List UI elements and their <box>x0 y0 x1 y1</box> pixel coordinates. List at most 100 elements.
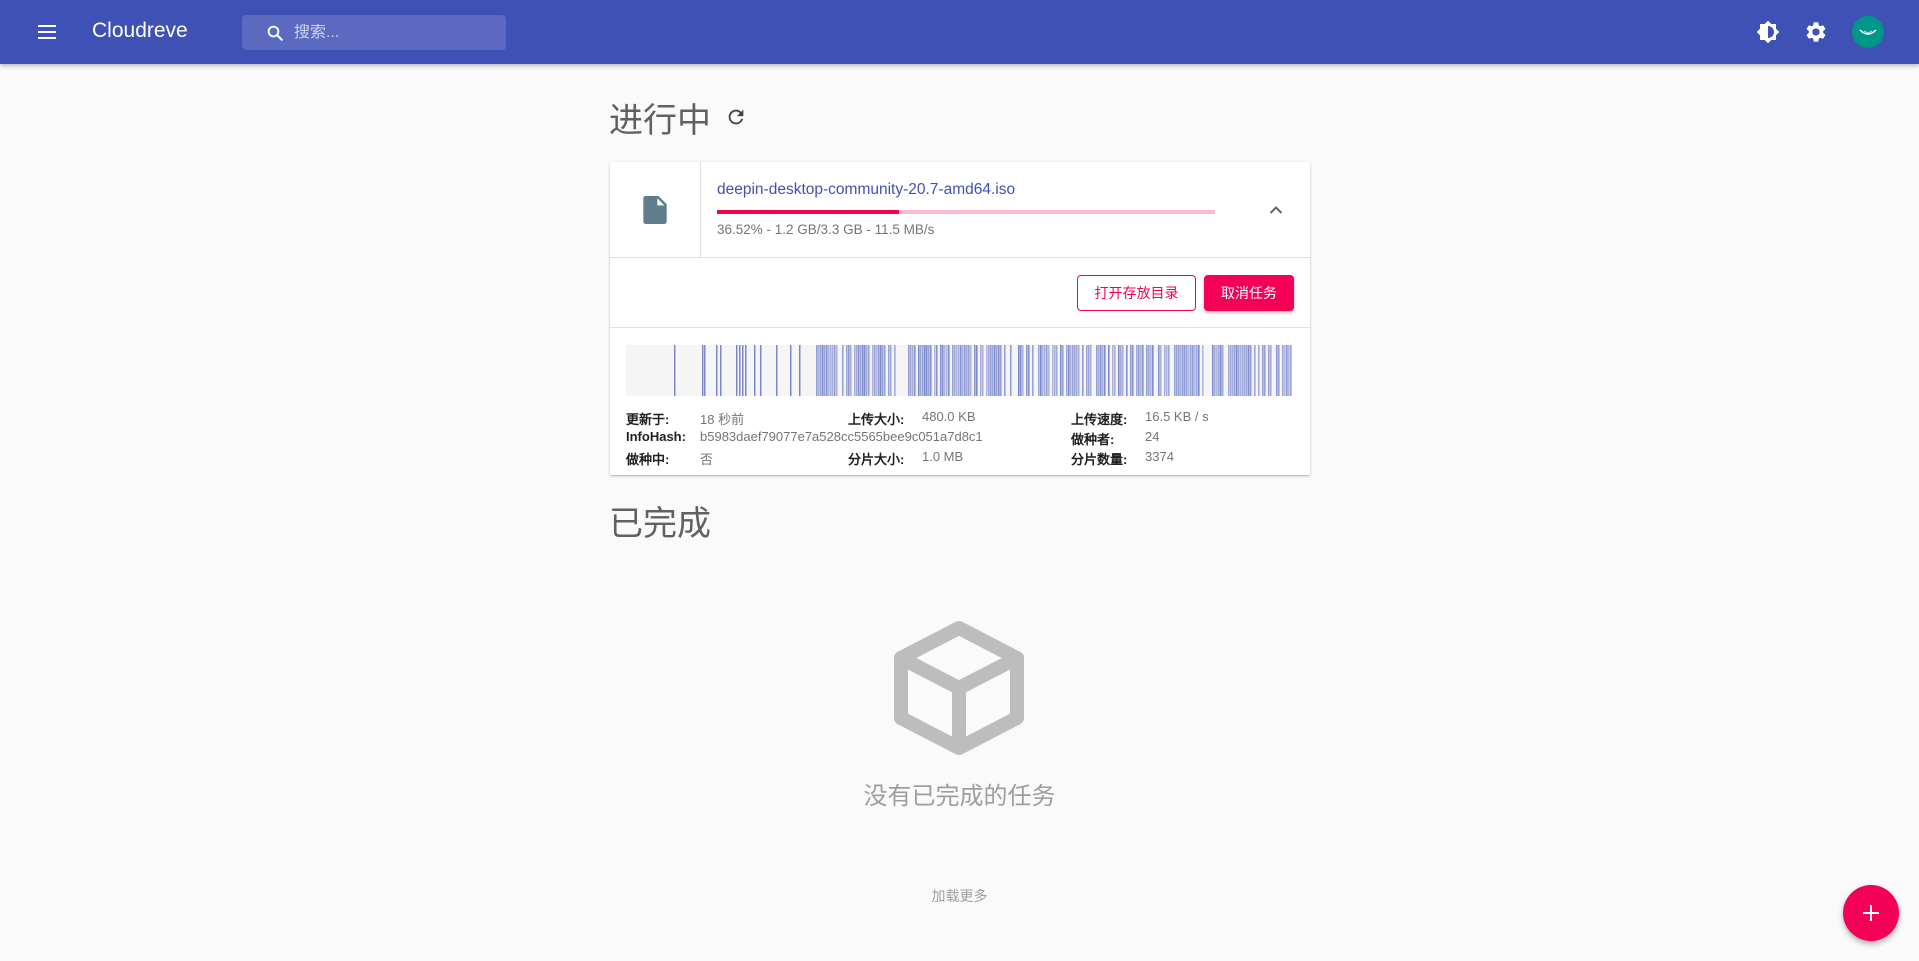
search-input[interactable] <box>294 23 494 42</box>
piece-stripe <box>1078 345 1080 396</box>
piece-stripe <box>1054 345 1056 396</box>
piece-stripe <box>1174 345 1176 396</box>
piece-stripe <box>882 345 884 396</box>
piece-stripe <box>824 345 826 396</box>
avatar-image <box>1852 16 1884 48</box>
piece-stripe <box>918 345 920 396</box>
piece-stripe <box>962 345 964 396</box>
seeding-value: 否 <box>700 452 714 467</box>
piece-stripe <box>842 345 844 396</box>
piece-stripe <box>998 345 1000 396</box>
piece-stripe <box>868 345 870 396</box>
piece-stripe <box>944 345 946 396</box>
piece-stripe <box>1212 345 1214 396</box>
piece-stripe <box>1148 345 1150 396</box>
seeding-label: 做种中: <box>626 452 670 467</box>
piece-stripe <box>1268 345 1270 396</box>
piece-stripe <box>1192 345 1194 396</box>
theme-toggle-button[interactable] <box>1752 16 1784 48</box>
piece-stripe <box>966 345 968 396</box>
piece-map-graphic <box>674 345 1292 396</box>
updated-value: 18 秒前 <box>700 412 745 427</box>
piece-stripe <box>1138 345 1140 396</box>
piece-stripe <box>1136 345 1138 396</box>
piece-stripe <box>1018 345 1020 396</box>
piece-stripe <box>1286 345 1288 396</box>
piece-stripe <box>874 345 876 396</box>
piece-stripe <box>980 345 982 396</box>
piece-stripe <box>1290 345 1292 396</box>
settings-button[interactable] <box>1800 16 1832 48</box>
piece-stripe <box>936 345 938 396</box>
chevron-up-icon <box>1269 206 1283 214</box>
piece-stripe <box>876 345 878 396</box>
piece-stripe <box>920 345 922 396</box>
piece-stripe <box>994 345 996 396</box>
piece-stripe <box>1104 345 1106 396</box>
piece-stripe <box>1072 345 1074 396</box>
piece-stripe <box>1166 345 1168 396</box>
upload-speed-label: 上传速度: <box>1071 412 1128 427</box>
piece-stripe <box>846 345 848 396</box>
piece-stripe <box>1066 345 1068 396</box>
piece-stripe <box>1282 345 1284 396</box>
piece-stripe <box>1284 345 1286 396</box>
piece-stripe <box>1160 345 1162 396</box>
search-box[interactable] <box>242 15 506 50</box>
piece-stripe <box>1088 345 1090 396</box>
piece-stripe <box>1068 345 1070 396</box>
piece-stripe <box>826 345 828 396</box>
piece-stripe <box>1168 345 1170 396</box>
piece-stripe <box>704 345 706 396</box>
piece-stripe <box>968 345 970 396</box>
infohash-value: b5983daef79077e7a528cc5565bee9c051a7d8c1 <box>700 429 983 444</box>
piece-stripe <box>866 345 868 396</box>
piece-stripe <box>834 345 836 396</box>
menu-icon <box>38 25 56 39</box>
cancel-task-button[interactable]: 取消任务 <box>1204 275 1294 311</box>
piece-stripe <box>982 345 984 396</box>
piece-stripe <box>986 345 988 396</box>
app-title[interactable]: Cloudreve <box>92 19 188 43</box>
in-progress-title: 进行中 <box>609 102 711 140</box>
add-task-button[interactable] <box>1843 885 1899 941</box>
avatar[interactable] <box>1852 16 1884 48</box>
piece-stripe <box>822 345 824 396</box>
piece-stripe <box>1096 345 1098 396</box>
piece-stripe <box>820 345 822 396</box>
piece-stripe <box>952 345 954 396</box>
piece-stripe <box>942 345 944 396</box>
piece-stripe <box>816 345 818 396</box>
refresh-button[interactable] <box>725 106 747 128</box>
task-header[interactable]: deepin-desktop-community-20.7-amd64.iso … <box>610 162 1310 258</box>
load-more-button[interactable]: 加载更多 <box>0 886 1919 906</box>
collapse-button[interactable] <box>1263 197 1289 223</box>
piece-stripe <box>1198 345 1200 396</box>
menu-button[interactable] <box>32 16 64 48</box>
piece-stripe <box>1038 345 1040 396</box>
piece-stripe <box>1114 345 1116 396</box>
piece-stripe <box>922 345 924 396</box>
piece-stripe <box>720 345 722 396</box>
task-progress-fill <box>717 210 899 214</box>
piece-stripe <box>1020 345 1022 396</box>
piece-stripe <box>1202 345 1204 396</box>
open-directory-button[interactable]: 打开存放目录 <box>1077 275 1196 311</box>
piece-stripe <box>1082 345 1084 396</box>
piece-stripe <box>832 345 834 396</box>
piece-stripe <box>836 345 838 396</box>
piece-stripe <box>1052 345 1054 396</box>
piece-stripe <box>1194 345 1196 396</box>
piece-stripe <box>1178 345 1180 396</box>
piece-stripe <box>1048 345 1050 396</box>
piece-stripe <box>1246 345 1248 396</box>
piece-stripe <box>1158 345 1160 396</box>
piece-stripe <box>1196 345 1198 396</box>
piece-stripe <box>1000 345 1002 396</box>
piece-stripe <box>864 345 866 396</box>
piece-stripe <box>976 345 978 396</box>
piece-stripe <box>1254 345 1256 396</box>
file-icon <box>643 196 667 224</box>
piece-stripe <box>1022 345 1024 396</box>
empty-box-icon <box>894 621 1024 755</box>
